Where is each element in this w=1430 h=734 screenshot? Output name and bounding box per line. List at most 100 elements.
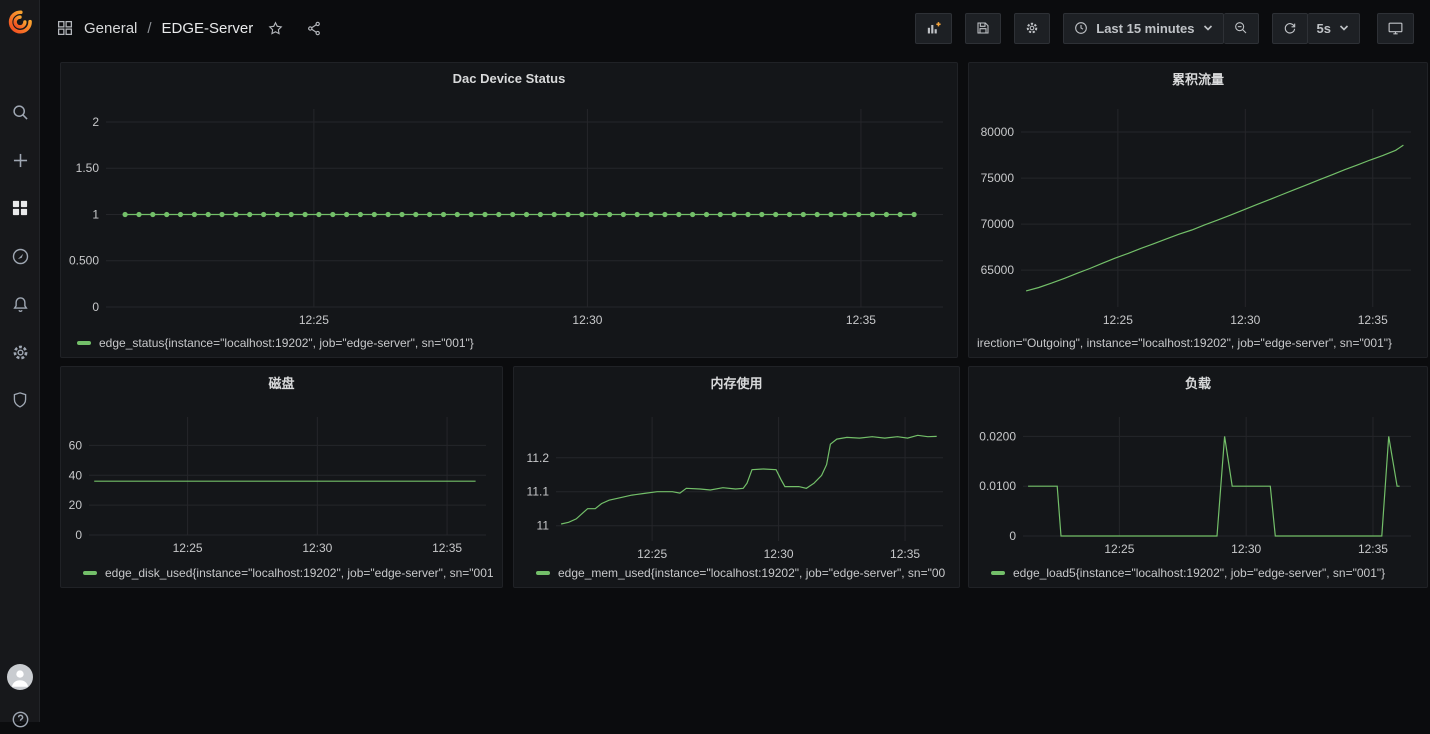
clock-icon [1073,20,1089,36]
time-range-picker[interactable]: Last 15 minutes [1063,13,1223,44]
refresh-interval-picker[interactable]: 5s [1308,13,1360,44]
legend-series-name[interactable]: edge_load5{instance="localhost:19202", j… [1013,566,1385,580]
y-tick-label: 80000 [981,125,1015,139]
legend: edge_disk_used{instance="localhost:19202… [83,566,496,580]
series-point [662,212,667,217]
panel-load: 负载 00.01000.020012:2512:3012:35 edge_loa… [968,366,1428,588]
legend-series-name[interactable]: edge_disk_used{instance="localhost:19202… [105,566,494,580]
y-tick-label: 0.500 [69,254,99,268]
x-tick-label: 12:30 [572,313,602,327]
sidebar-item-search[interactable] [0,88,40,136]
series-point [607,212,612,217]
sidebar-item-help[interactable] [0,704,40,734]
x-tick-label: 12:35 [432,541,462,555]
chart-canvas[interactable]: 00.50011.50212:2512:3012:35 [61,63,957,357]
sidebar-item-configuration[interactable] [0,328,40,376]
y-tick-label: 11.2 [527,451,550,465]
legend-series-name[interactable]: edge_status{instance="localhost:19202", … [99,336,474,350]
legend: irection="Outgoing", instance="localhost… [977,336,1421,350]
chart-canvas[interactable]: 6500070000750008000012:2512:3012:35 [969,63,1427,357]
add-panel-button[interactable] [915,13,952,44]
share-dashboard-button[interactable] [306,20,323,37]
chart-dac-device-status[interactable]: 00.50011.50212:2512:3012:35 [61,63,957,362]
favorite-star-button[interactable] [267,20,284,37]
series-point [718,212,723,217]
chart-canvas[interactable]: 020406012:2512:3012:35 [61,367,502,587]
panel-title[interactable]: 磁盘 [61,367,502,397]
panel-title[interactable]: Dac Device Status [61,63,957,93]
series-point [579,212,584,217]
panel-dac-device-status: Dac Device Status 00.50011.50212:2512:30… [60,62,958,358]
x-tick-label: 12:25 [299,313,329,327]
y-tick-label: 40 [69,468,83,482]
sidebar-item-alerting[interactable] [0,280,40,328]
user-avatar[interactable] [7,664,33,690]
chart-load[interactable]: 00.01000.020012:2512:3012:35 [969,367,1427,592]
breadcrumb-dashboard-title[interactable]: EDGE-Server [162,20,254,37]
series-point [565,212,570,217]
grafana-logo[interactable] [0,0,40,44]
chevron-down-icon [1202,22,1214,34]
add-panel-icon [925,20,942,37]
y-tick-label: 0.0200 [979,429,1016,443]
legend-series-name[interactable]: irection="Outgoing", instance="localhost… [977,336,1392,350]
x-tick-label: 12:25 [1103,313,1133,327]
series-point [178,212,183,217]
zoom-out-icon [1233,20,1249,36]
chart-disk[interactable]: 020406012:2512:3012:35 [61,367,502,592]
panel-title[interactable]: 负载 [969,367,1427,397]
dashboard-settings-button[interactable] [1014,13,1050,44]
series-point [413,212,418,217]
legend-series-name[interactable]: edge_mem_used{instance="localhost:19202"… [558,566,945,580]
series-point [206,212,211,217]
x-tick-label: 12:25 [173,541,203,555]
series-point [399,212,404,217]
series-point [496,212,501,217]
series-line [1026,145,1403,291]
chart-canvas[interactable]: 1111.111.212:2512:3012:35 [514,367,959,587]
series-point [455,212,460,217]
series-point [289,212,294,217]
series-point [219,212,224,217]
series-point [635,212,640,217]
series-point [759,212,764,217]
x-tick-label: 12:35 [1358,542,1388,556]
chart-canvas[interactable]: 00.01000.020012:2512:3012:35 [969,367,1427,587]
series-point [815,212,820,217]
legend: edge_status{instance="localhost:19202", … [77,336,951,350]
chart-cumulative-traffic[interactable]: 6500070000750008000012:2512:3012:35 [969,63,1427,362]
time-range-label: Last 15 minutes [1096,21,1194,36]
series-point [649,212,654,217]
sidebar-item-explore[interactable] [0,232,40,280]
panel-title[interactable]: 累积流量 [969,63,1427,93]
y-tick-label: 1 [92,207,99,221]
series-point [773,212,778,217]
series-point [164,212,169,217]
y-tick-label: 0 [1009,529,1016,543]
series-point [427,212,432,217]
kiosk-mode-button[interactable] [1377,13,1414,44]
series-point [469,212,474,217]
save-icon [975,20,991,36]
x-tick-label: 12:35 [890,547,920,561]
series-point [828,212,833,217]
x-tick-label: 12:30 [1230,313,1260,327]
zoom-out-time-button[interactable] [1224,13,1259,44]
refresh-button[interactable] [1272,13,1308,44]
sidebar-item-server-admin[interactable] [0,376,40,424]
breadcrumb-folder[interactable]: General [84,20,137,37]
save-dashboard-button[interactable] [965,13,1001,44]
star-icon [267,20,284,37]
sidebar-item-create[interactable] [0,136,40,184]
series-point [524,212,529,217]
series-point [330,212,335,217]
series-point [261,212,266,217]
sidebar-item-dashboards[interactable] [0,184,40,232]
dashboards-grid-icon [10,198,30,218]
plus-icon [10,150,31,171]
legend-swatch [83,571,97,575]
y-tick-label: 60 [69,438,83,452]
chart-memory-usage[interactable]: 1111.111.212:2512:3012:35 [514,367,959,592]
legend: edge_load5{instance="localhost:19202", j… [991,566,1421,580]
panel-title[interactable]: 内存使用 [514,367,959,397]
